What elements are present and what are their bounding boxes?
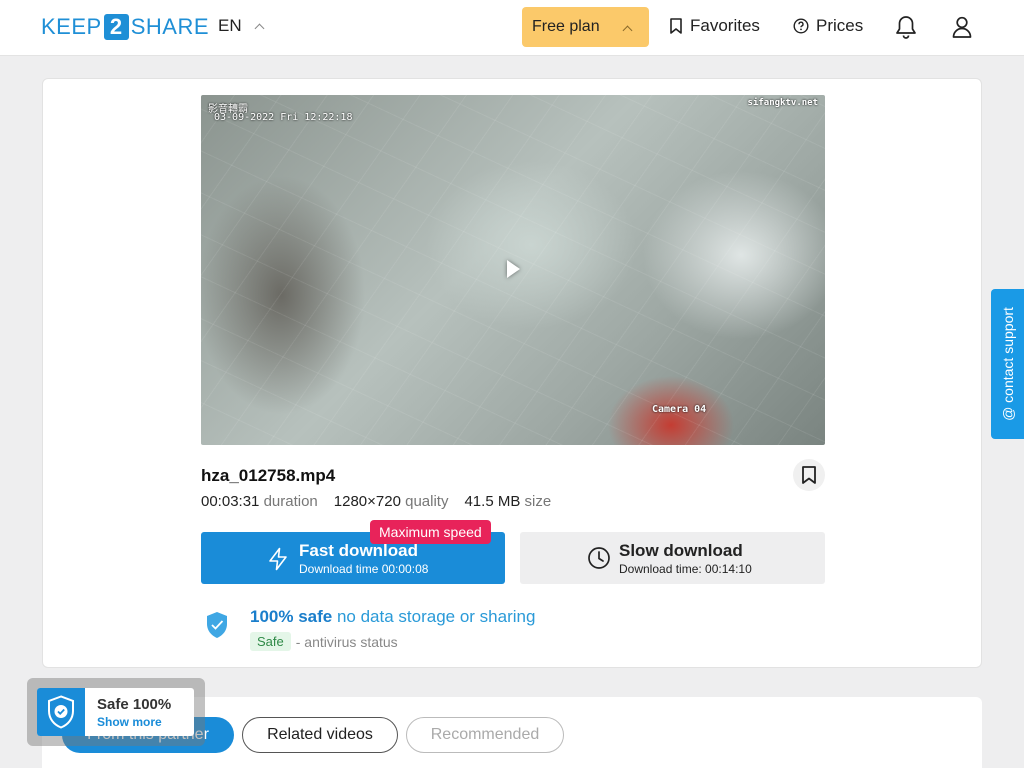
safe-widget-card: Safe 100% Show more bbox=[37, 688, 194, 736]
quality-label: quality bbox=[405, 493, 449, 510]
quality-value: 1280×720 bbox=[333, 493, 401, 510]
prices-label: Prices bbox=[816, 16, 864, 35]
contact-support-label: @ contact support bbox=[999, 307, 1016, 421]
slow-download-title: Slow download bbox=[619, 541, 743, 560]
lightning-icon bbox=[269, 547, 287, 571]
size-value: 41.5 MB bbox=[464, 493, 521, 510]
chevron-up-icon bbox=[254, 23, 265, 33]
play-icon[interactable] bbox=[507, 260, 520, 278]
video-overlay-camera: Camera 04 bbox=[652, 404, 707, 415]
favorites-label: Favorites bbox=[690, 16, 760, 35]
duration-value: 00:03:31 bbox=[201, 493, 260, 510]
safety-text: no data storage or sharing bbox=[336, 607, 536, 626]
fast-download-title: Fast download bbox=[299, 541, 418, 560]
max-speed-badge: Maximum speed bbox=[370, 520, 491, 544]
meta-size: 41.5 MB size bbox=[464, 493, 551, 510]
fast-download-time: Download time 00:00:08 bbox=[299, 562, 429, 576]
duration-label: duration bbox=[263, 493, 318, 510]
safety-line: 100% safe no data storage or sharing bbox=[250, 607, 535, 627]
file-name: hza_012758.mp4 bbox=[201, 466, 336, 485]
safe-widget-title: Safe 100% bbox=[97, 696, 172, 713]
logo-text-keep: KEEP bbox=[41, 14, 102, 39]
safe-widget-show-more[interactable]: Show more bbox=[97, 715, 162, 729]
safety-bold: 100% safe bbox=[250, 607, 333, 626]
contact-support-button[interactable]: @ contact support bbox=[991, 289, 1024, 439]
safe-badge: Safe bbox=[250, 632, 291, 651]
bookmark-icon bbox=[670, 18, 682, 34]
chevron-up-icon bbox=[622, 25, 633, 36]
free-plan-button[interactable]: Free plan bbox=[522, 7, 649, 47]
size-label: size bbox=[524, 493, 552, 510]
favorites-link[interactable]: Favorites bbox=[669, 16, 760, 36]
meta-quality: 1280×720 quality bbox=[334, 493, 449, 510]
user-icon[interactable] bbox=[949, 14, 975, 40]
file-meta: 00:03:31 duration 1280×720 quality 41.5 … bbox=[201, 493, 551, 510]
bookmark-icon bbox=[802, 466, 816, 484]
slow-download-time: Download time: 00:14:10 bbox=[619, 562, 752, 576]
site-logo[interactable]: KEEP 2 SHARE bbox=[41, 14, 209, 40]
meta-duration: 00:03:31 duration bbox=[201, 493, 318, 510]
top-header: KEEP 2 SHARE EN Free plan Favorites Prices bbox=[0, 0, 1024, 56]
slow-download-button[interactable]: Slow download Download time: 00:14:10 bbox=[520, 532, 825, 584]
prices-link[interactable]: Prices bbox=[793, 16, 863, 36]
video-overlay-watermark: sifangktv.net bbox=[747, 98, 818, 108]
safe-widget-badge bbox=[37, 688, 85, 736]
clock-icon bbox=[588, 547, 610, 569]
add-favorite-button[interactable] bbox=[793, 459, 825, 491]
language-selector[interactable]: EN bbox=[218, 16, 265, 36]
file-card: 影音轉霸 03-09-2022 Fri 12:22:18 sifangktv.n… bbox=[42, 78, 982, 668]
antivirus-status: Safe - antivirus status bbox=[250, 632, 398, 651]
shield-check-icon bbox=[207, 612, 227, 638]
tab-related-videos[interactable]: Related videos bbox=[242, 717, 398, 753]
logo-text-share: SHARE bbox=[130, 14, 209, 39]
language-label: EN bbox=[218, 16, 242, 35]
video-overlay-timestamp: 03-09-2022 Fri 12:22:18 bbox=[214, 112, 353, 123]
logo-text-two: 2 bbox=[103, 14, 129, 40]
antivirus-status-label: - antivirus status bbox=[295, 633, 398, 650]
bell-icon[interactable] bbox=[893, 14, 919, 40]
tab-recommended[interactable]: Recommended bbox=[406, 717, 564, 753]
help-circle-icon bbox=[793, 18, 809, 34]
safe-widget[interactable]: Safe 100% Show more bbox=[27, 678, 205, 746]
plan-label: Free plan bbox=[532, 18, 600, 35]
shield-check-icon bbox=[48, 695, 74, 729]
video-player[interactable]: 影音轉霸 03-09-2022 Fri 12:22:18 sifangktv.n… bbox=[201, 95, 825, 445]
